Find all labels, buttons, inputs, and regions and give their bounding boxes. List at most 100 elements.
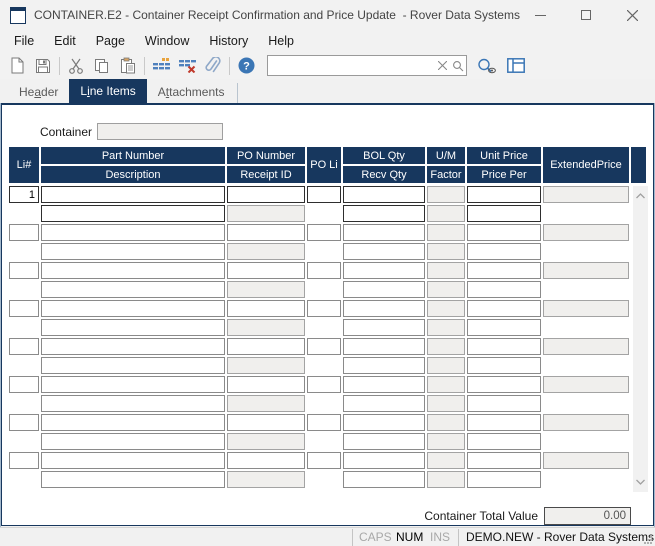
unit-price-input[interactable] (467, 376, 541, 393)
tab-attachments[interactable]: Attachments (147, 81, 236, 103)
po-line-input[interactable] (307, 452, 341, 469)
description-input[interactable] (41, 281, 225, 298)
resize-grip-icon[interactable] (644, 536, 653, 545)
menu-edit[interactable]: Edit (44, 32, 86, 50)
scroll-down-icon[interactable] (633, 474, 648, 490)
menu-window[interactable]: Window (135, 32, 199, 50)
recv-qty-input[interactable] (343, 357, 425, 374)
line-number-cell[interactable] (9, 262, 39, 279)
clear-search-icon[interactable] (434, 58, 450, 74)
price-per-input[interactable] (467, 281, 541, 298)
menu-page[interactable]: Page (86, 32, 135, 50)
line-number-cell[interactable] (9, 414, 39, 431)
unit-price-input[interactable] (467, 224, 541, 241)
po-number-input[interactable] (227, 338, 305, 355)
price-per-input[interactable] (467, 243, 541, 260)
tab-header[interactable]: Header (8, 81, 69, 103)
line-number-cell[interactable] (9, 338, 39, 355)
price-per-input[interactable] (467, 357, 541, 374)
minimize-button[interactable] (517, 0, 563, 30)
close-button[interactable] (609, 0, 655, 30)
part-number-input[interactable] (41, 414, 225, 431)
po-line-input[interactable] (307, 262, 341, 279)
bol-qty-input[interactable] (343, 452, 425, 469)
line-number-cell[interactable] (9, 224, 39, 241)
po-line-input[interactable] (307, 414, 341, 431)
price-per-input[interactable] (467, 395, 541, 412)
layout-view-button[interactable] (503, 54, 529, 77)
search-icon[interactable] (450, 58, 466, 74)
maximize-button[interactable] (563, 0, 609, 30)
price-per-input[interactable] (467, 205, 541, 222)
po-number-input[interactable] (227, 262, 305, 279)
part-number-input[interactable] (41, 300, 225, 317)
copy-button[interactable] (89, 54, 115, 77)
unit-price-input[interactable] (467, 414, 541, 431)
po-number-input[interactable] (227, 452, 305, 469)
bol-qty-input[interactable] (343, 338, 425, 355)
description-input[interactable] (41, 395, 225, 412)
unit-price-input[interactable] (467, 452, 541, 469)
description-input[interactable] (41, 433, 225, 450)
unit-price-input[interactable] (467, 338, 541, 355)
menu-file[interactable]: File (4, 32, 44, 50)
attachment-button[interactable] (200, 54, 226, 77)
part-number-input[interactable] (41, 338, 225, 355)
new-document-button[interactable] (4, 54, 30, 77)
help-button[interactable]: ? (233, 54, 259, 77)
tab-line-items[interactable]: Line Items (69, 79, 146, 103)
insert-row-button[interactable] (148, 54, 174, 77)
bol-qty-input[interactable] (343, 414, 425, 431)
find-record-button[interactable] (473, 54, 499, 77)
line-number-cell[interactable] (9, 452, 39, 469)
search-input[interactable] (268, 58, 434, 73)
price-per-input[interactable] (467, 319, 541, 336)
description-input[interactable] (41, 243, 225, 260)
bol-qty-input[interactable] (343, 262, 425, 279)
description-input[interactable] (41, 357, 225, 374)
description-input[interactable] (41, 471, 225, 488)
po-line-input[interactable] (307, 338, 341, 355)
part-number-input[interactable] (41, 262, 225, 279)
po-line-input[interactable] (307, 224, 341, 241)
po-line-input[interactable] (307, 186, 341, 203)
description-input[interactable] (41, 205, 225, 222)
recv-qty-input[interactable] (343, 281, 425, 298)
recv-qty-input[interactable] (343, 243, 425, 260)
line-number-cell[interactable] (9, 300, 39, 317)
part-number-input[interactable] (41, 452, 225, 469)
po-number-input[interactable] (227, 300, 305, 317)
price-per-input[interactable] (467, 471, 541, 488)
part-number-input[interactable] (41, 224, 225, 241)
po-number-input[interactable] (227, 186, 305, 203)
unit-price-input[interactable] (467, 300, 541, 317)
po-line-input[interactable] (307, 300, 341, 317)
unit-price-input[interactable] (467, 186, 541, 203)
description-input[interactable] (41, 319, 225, 336)
bol-qty-input[interactable] (343, 376, 425, 393)
line-number-cell[interactable]: 1 (9, 186, 39, 203)
scroll-up-icon[interactable] (633, 188, 648, 204)
part-number-input[interactable] (41, 186, 225, 203)
grid-vertical-scrollbar[interactable] (633, 186, 648, 492)
paste-button[interactable] (115, 54, 141, 77)
po-number-input[interactable] (227, 414, 305, 431)
price-per-input[interactable] (467, 433, 541, 450)
recv-qty-input[interactable] (343, 395, 425, 412)
cut-button[interactable] (63, 54, 89, 77)
line-number-cell[interactable] (9, 376, 39, 393)
bol-qty-input[interactable] (343, 300, 425, 317)
recv-qty-input[interactable] (343, 319, 425, 336)
bol-qty-input[interactable] (343, 224, 425, 241)
menu-help[interactable]: Help (258, 32, 304, 50)
recv-qty-input[interactable] (343, 433, 425, 450)
delete-row-button[interactable] (174, 54, 200, 77)
recv-qty-input[interactable] (343, 205, 425, 222)
po-line-input[interactable] (307, 376, 341, 393)
save-button[interactable] (30, 54, 56, 77)
po-number-input[interactable] (227, 376, 305, 393)
unit-price-input[interactable] (467, 262, 541, 279)
recv-qty-input[interactable] (343, 471, 425, 488)
menu-history[interactable]: History (199, 32, 258, 50)
bol-qty-input[interactable] (343, 186, 425, 203)
